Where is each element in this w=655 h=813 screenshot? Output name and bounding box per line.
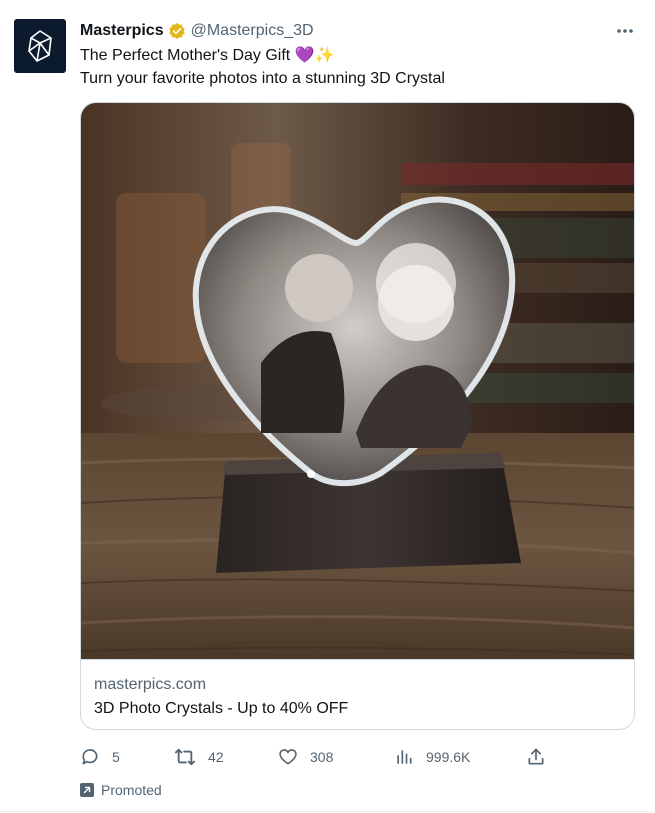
masterpics-logo bbox=[28, 30, 52, 62]
views-count: 999.6K bbox=[426, 749, 471, 765]
display-name[interactable]: Masterpics bbox=[80, 22, 164, 40]
avatar[interactable] bbox=[14, 19, 66, 73]
tweet-text-line-1: The Perfect Mother's Day Gift 💜✨ bbox=[80, 47, 335, 64]
more-icon[interactable] bbox=[615, 19, 635, 43]
card-footer[interactable]: masterpics.com 3D Photo Crystals - Up to… bbox=[81, 659, 634, 729]
retweet-button[interactable]: 42 bbox=[174, 745, 224, 769]
share-button[interactable] bbox=[526, 745, 558, 769]
like-count: 308 bbox=[310, 749, 334, 765]
card-image[interactable] bbox=[81, 103, 634, 659]
reply-count: 5 bbox=[112, 749, 120, 765]
views-icon bbox=[397, 750, 412, 764]
tweet-header: Masterpics @Masterpics_3D bbox=[80, 19, 635, 43]
like-icon bbox=[279, 749, 297, 765]
share-icon bbox=[528, 748, 544, 765]
promoted-icon bbox=[80, 783, 94, 797]
divider bbox=[0, 811, 655, 812]
tweet[interactable]: Masterpics @Masterpics_3D The Perfect Mo… bbox=[0, 0, 655, 813]
tweet-text-line-2: Turn your favorite photos into a stunnin… bbox=[80, 70, 445, 87]
verified-badge-icon[interactable] bbox=[168, 22, 186, 40]
link-card[interactable]: masterpics.com 3D Photo Crystals - Up to… bbox=[80, 102, 635, 730]
promoted-text: Promoted bbox=[101, 782, 162, 798]
like-button[interactable]: 308 bbox=[278, 745, 333, 769]
retweet-icon bbox=[175, 748, 195, 766]
promoted-label: Promoted bbox=[80, 780, 162, 800]
card-domain: masterpics.com bbox=[94, 676, 207, 693]
tweet-text: The Perfect Mother's Day Gift 💜✨ Turn yo… bbox=[80, 44, 620, 90]
reply-icon bbox=[82, 749, 98, 765]
reply-button[interactable]: 5 bbox=[80, 745, 120, 769]
retweet-count: 42 bbox=[208, 749, 224, 765]
views-button[interactable]: 999.6K bbox=[394, 745, 470, 769]
card-title: 3D Photo Crystals - Up to 40% OFF bbox=[94, 700, 349, 717]
handle[interactable]: @Masterpics_3D bbox=[191, 22, 314, 40]
action-bar: 5 42 308 999.6K bbox=[80, 745, 560, 769]
